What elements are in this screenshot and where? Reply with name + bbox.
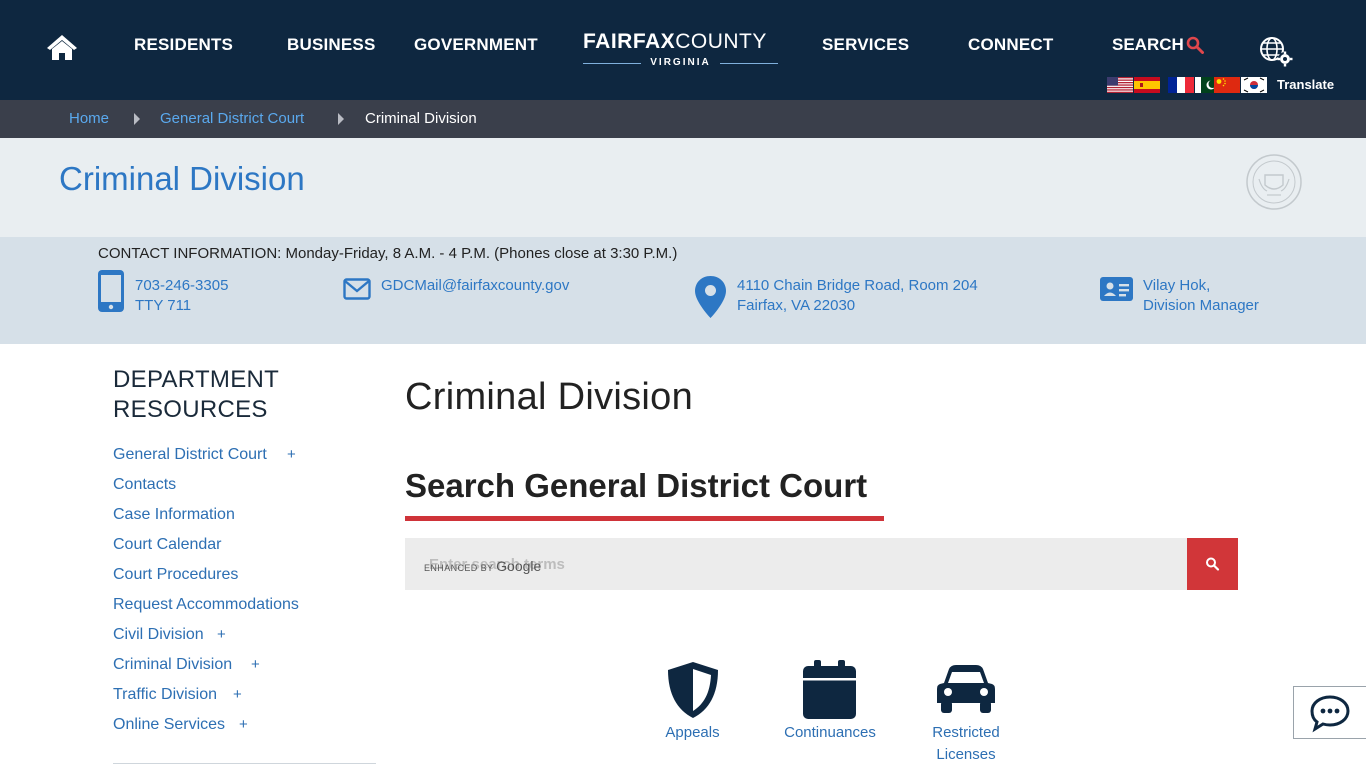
sidebar-item-case-information[interactable]: Case Information: [113, 506, 235, 524]
search-heading-underline: [405, 516, 884, 521]
translate-link[interactable]: Translate: [1277, 77, 1334, 92]
manager-name-link[interactable]: Vilay Hok,: [1143, 276, 1210, 296]
logo-word-county: COUNTY: [675, 30, 767, 53]
manager-title-link[interactable]: Division Manager: [1143, 296, 1259, 316]
tty-link[interactable]: TTY 711: [135, 296, 191, 316]
address-line1-link[interactable]: 4110 Chain Bridge Road, Room 204: [737, 276, 978, 296]
chat-bubble-icon: [1310, 695, 1350, 733]
sidebar-item-request-accommodations[interactable]: Request Accommodations: [113, 596, 299, 614]
logo-word-fairfax: FAIRFAX: [583, 30, 676, 53]
nav-services[interactable]: SERVICES: [822, 35, 909, 55]
tile-restricted-licenses[interactable]: Restricted Licenses: [912, 722, 1020, 766]
phone-number-link[interactable]: 703-246-3305: [135, 276, 228, 296]
search-icon[interactable]: [1186, 36, 1204, 54]
logo-word-virginia: VIRGINIA: [583, 57, 778, 71]
google-badge: ENHANCED BY Google: [424, 558, 541, 574]
contact-information: CONTACT INFORMATION: Monday-Friday, 8 A.…: [0, 237, 1366, 344]
chat-button[interactable]: [1293, 686, 1366, 739]
contact-card-icon: [1100, 277, 1133, 301]
calendar-icon[interactable]: [803, 660, 856, 719]
breadcrumb-current: Criminal Division: [365, 110, 477, 127]
flag-fr-icon[interactable]: [1168, 77, 1194, 93]
sidebar-expand-general-district-court[interactable]: +: [287, 446, 296, 463]
sidebar-item-court-calendar[interactable]: Court Calendar: [113, 536, 222, 554]
breadcrumb: Home General District Court Criminal Div…: [0, 100, 1366, 138]
email-link[interactable]: GDCMail@fairfaxcounty.gov: [381, 276, 569, 296]
sidebar-item-criminal-division[interactable]: Criminal Division: [113, 656, 232, 674]
sidebar-divider: [113, 763, 376, 764]
envelope-icon: [343, 278, 371, 300]
breadcrumb-general-district-court[interactable]: General District Court: [160, 110, 304, 127]
map-marker-icon: [695, 276, 726, 318]
page-heading-band: Criminal Division: [0, 138, 1366, 237]
search-heading: Search General District Court: [405, 467, 868, 504]
search-submit-button[interactable]: [1187, 538, 1238, 590]
flag-us-icon[interactable]: [1107, 77, 1133, 93]
flag-cn-icon[interactable]: [1214, 77, 1240, 93]
nav-government[interactable]: GOVERNMENT: [414, 35, 538, 55]
mobile-phone-icon: [98, 270, 124, 312]
shield-icon[interactable]: [665, 660, 721, 720]
google-badge-brand: Google: [496, 558, 542, 574]
sidebar-item-traffic-division[interactable]: Traffic Division: [113, 686, 217, 704]
fairfax-county-logo[interactable]: FAIRFAXCOUNTY VIRGINIA: [583, 30, 778, 72]
breadcrumb-separator-icon: [134, 113, 140, 125]
main-title: Criminal Division: [405, 376, 694, 418]
flag-kr-icon[interactable]: [1241, 77, 1267, 93]
breadcrumb-home[interactable]: Home: [69, 110, 109, 127]
sidebar-item-general-district-court[interactable]: General District Court: [113, 446, 267, 464]
flag-es-icon[interactable]: [1134, 77, 1160, 93]
nav-residents[interactable]: RESIDENTS: [134, 35, 233, 55]
sidebar-title: DEPARTMENT RESOURCES: [113, 366, 279, 423]
breadcrumb-separator-icon: [338, 113, 344, 125]
sidebar-item-court-procedures[interactable]: Court Procedures: [113, 566, 238, 584]
search-icon: [1206, 557, 1220, 571]
sidebar-expand-criminal-division[interactable]: +: [251, 656, 260, 673]
page-title: Criminal Division: [59, 160, 305, 197]
car-icon[interactable]: [937, 665, 995, 713]
top-navigation: RESIDENTS BUSINESS GOVERNMENT FAIRFAXCOU…: [0, 0, 1366, 100]
home-icon[interactable]: [46, 33, 78, 61]
sidebar-expand-traffic-division[interactable]: +: [233, 686, 242, 703]
sidebar-expand-online-services[interactable]: +: [239, 716, 248, 733]
nav-search[interactable]: SEARCH: [1112, 35, 1184, 55]
sidebar-item-contacts[interactable]: Contacts: [113, 476, 176, 494]
contact-hours: CONTACT INFORMATION: Monday-Friday, 8 A.…: [98, 245, 678, 262]
tile-continuances[interactable]: Continuances: [770, 722, 890, 744]
nav-connect[interactable]: CONNECT: [968, 35, 1053, 55]
county-seal-icon: [1246, 154, 1302, 210]
address-line2-link[interactable]: Fairfax, VA 22030: [737, 296, 855, 316]
globe-settings-icon[interactable]: [1258, 36, 1294, 68]
sidebar-item-civil-division[interactable]: Civil Division: [113, 626, 204, 644]
sidebar-expand-civil-division[interactable]: +: [217, 626, 226, 643]
sidebar-item-online-services[interactable]: Online Services: [113, 716, 225, 734]
google-badge-prefix: ENHANCED BY: [424, 563, 494, 573]
tile-appeals[interactable]: Appeals: [642, 722, 743, 744]
nav-business[interactable]: BUSINESS: [287, 35, 376, 55]
